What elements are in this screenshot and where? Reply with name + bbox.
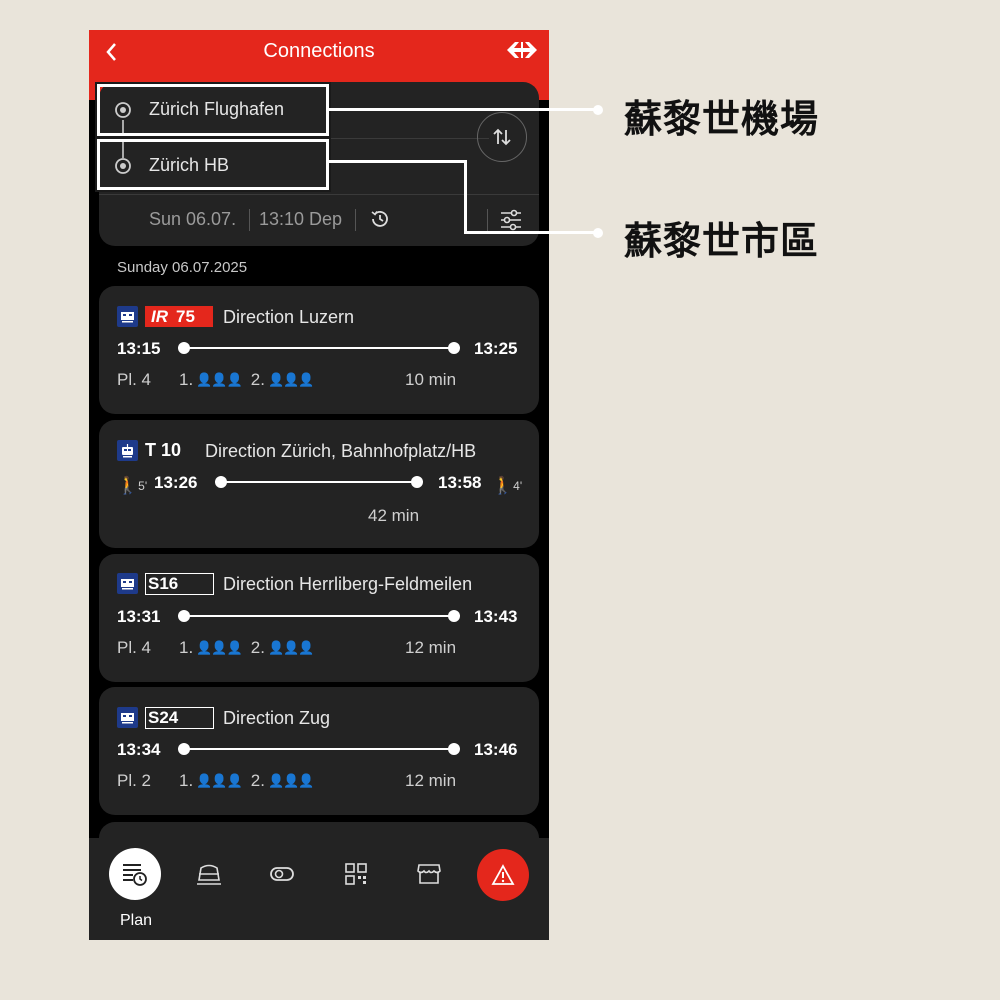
second-class-label: 2. xyxy=(250,370,265,389)
line-badge: IR 75 xyxy=(145,306,213,327)
line-prefix: IR xyxy=(151,306,168,326)
annotation-city: 蘇黎世市區 xyxy=(624,219,820,263)
line-number: 75 xyxy=(176,306,195,326)
journey-line xyxy=(184,347,454,349)
date-time-row: Sun 06.07. 13:10 Dep xyxy=(99,194,539,246)
timetable-icon xyxy=(123,864,147,886)
day-label: Sunday 06.07.2025 xyxy=(117,259,248,276)
highlight-to-stop xyxy=(95,137,331,192)
train-icon xyxy=(117,573,138,594)
annotation-dot-city xyxy=(593,228,603,238)
occupancy: 1. 👤👤👤 2. 👤👤👤 xyxy=(179,771,314,791)
nav-plan-label: Plan xyxy=(120,912,153,929)
connection-card[interactable]: S16 Direction Herrliberg-Feldmeilen 13:3… xyxy=(99,554,539,682)
nav-plan[interactable] xyxy=(109,848,161,900)
train-tickets-icon[interactable] xyxy=(195,862,223,888)
nav-alert[interactable] xyxy=(477,849,529,901)
line-number: T 10 xyxy=(145,440,182,460)
first-class-label: 1. xyxy=(179,638,194,657)
travelcard-icon[interactable] xyxy=(269,864,295,884)
connection-card[interactable]: IR 75 Direction Luzern 13:15 13:25 Pl. 4… xyxy=(99,286,539,414)
walk-after: 🚶 4' xyxy=(492,476,522,496)
second-class-label: 2. xyxy=(250,771,265,790)
occupancy-icon: 👤👤👤 xyxy=(196,773,243,788)
walking-person-icon: 🚶 xyxy=(117,476,139,495)
separator xyxy=(355,209,356,231)
annotation-line-city-b xyxy=(464,160,467,234)
duration: 12 min xyxy=(405,771,457,790)
connection-card[interactable]: S24 Direction Zug 13:34 13:46 Pl. 2 1. 👤👤… xyxy=(99,687,539,815)
annotation-airport: 蘇黎世機場 xyxy=(624,97,820,141)
occupancy-icon: 👤👤👤 xyxy=(267,372,315,387)
walk-before: 🚶 5' xyxy=(117,476,147,496)
separator xyxy=(487,209,488,231)
arrival-time: 13:43 xyxy=(474,607,518,626)
occupancy: 1. 👤👤👤 2. 👤👤👤 xyxy=(179,370,314,390)
annotation-dot-airport xyxy=(593,105,603,115)
platform: Pl. 2 xyxy=(117,771,152,790)
walk-minutes: 5' xyxy=(138,479,148,493)
train-icon xyxy=(117,707,138,728)
direction-text: Direction Zug xyxy=(223,708,331,728)
arrival-dot xyxy=(448,743,460,755)
connection-card[interactable]: T 10 Direction Zürich, Bahnhofplatz/HB 🚶… xyxy=(99,420,539,548)
swap-button[interactable] xyxy=(477,112,527,162)
page-title: Connections xyxy=(263,40,375,62)
shop-icon[interactable] xyxy=(416,862,442,886)
first-class-label: 1. xyxy=(179,370,194,389)
first-class-label: 1. xyxy=(179,771,194,790)
departure-time: 13:34 xyxy=(117,740,161,759)
time-selector[interactable]: 13:10 Dep xyxy=(259,209,342,230)
duration: 12 min xyxy=(405,638,457,657)
separator xyxy=(249,209,250,231)
occupancy: 1. 👤👤👤 2. 👤👤👤 xyxy=(179,638,314,658)
line-badge: S16 xyxy=(145,573,214,595)
occupancy-icon: 👤👤👤 xyxy=(267,773,315,788)
annotation-line-city-a xyxy=(329,160,466,163)
arrival-time: 13:25 xyxy=(474,339,518,358)
swap-arrows-icon xyxy=(493,128,511,146)
arrival-time: 13:58 xyxy=(438,473,482,492)
arrival-dot xyxy=(448,610,460,622)
departure-time: 13:15 xyxy=(117,339,161,358)
direction-text: Direction Herrliberg-Feldmeilen xyxy=(223,574,473,594)
bottom-nav: Plan xyxy=(89,838,549,940)
direction-text: Direction Luzern xyxy=(223,307,355,327)
arrival-time: 13:46 xyxy=(474,740,518,759)
departure-time: 13:26 xyxy=(154,473,198,492)
walk-minutes: 4' xyxy=(513,479,523,493)
duration: 10 min xyxy=(405,370,457,389)
line-badge: S24 xyxy=(145,707,214,729)
platform: Pl. 4 xyxy=(117,638,152,657)
warning-icon xyxy=(491,864,515,885)
platform: Pl. 4 xyxy=(117,370,152,389)
filter-sliders-icon[interactable] xyxy=(499,208,523,232)
train-icon xyxy=(117,306,138,327)
arrival-dot xyxy=(448,342,460,354)
qr-code-icon[interactable] xyxy=(344,862,368,886)
occupancy-icon: 👤👤👤 xyxy=(267,640,315,655)
annotation-line-airport xyxy=(329,108,595,111)
duration: 42 min xyxy=(368,506,420,525)
journey-line xyxy=(184,748,454,750)
departure-time: 13:31 xyxy=(117,607,161,626)
date-selector[interactable]: Sun 06.07. xyxy=(149,209,236,230)
highlight-from-stop xyxy=(95,82,331,138)
arrival-dot xyxy=(411,476,423,488)
history-icon[interactable] xyxy=(369,208,391,230)
journey-line xyxy=(184,615,454,617)
occupancy-icon: 👤👤👤 xyxy=(196,640,243,655)
second-class-label: 2. xyxy=(250,638,265,657)
walking-person-icon: 🚶 xyxy=(492,476,514,495)
journey-line xyxy=(221,481,421,483)
annotation-line-city-c xyxy=(464,231,595,234)
occupancy-icon: 👤👤👤 xyxy=(196,372,243,387)
sbb-logo-icon xyxy=(505,40,539,65)
tram-icon xyxy=(117,440,138,461)
direction-text: Direction Zürich, Bahnhofplatz/HB xyxy=(205,441,477,461)
